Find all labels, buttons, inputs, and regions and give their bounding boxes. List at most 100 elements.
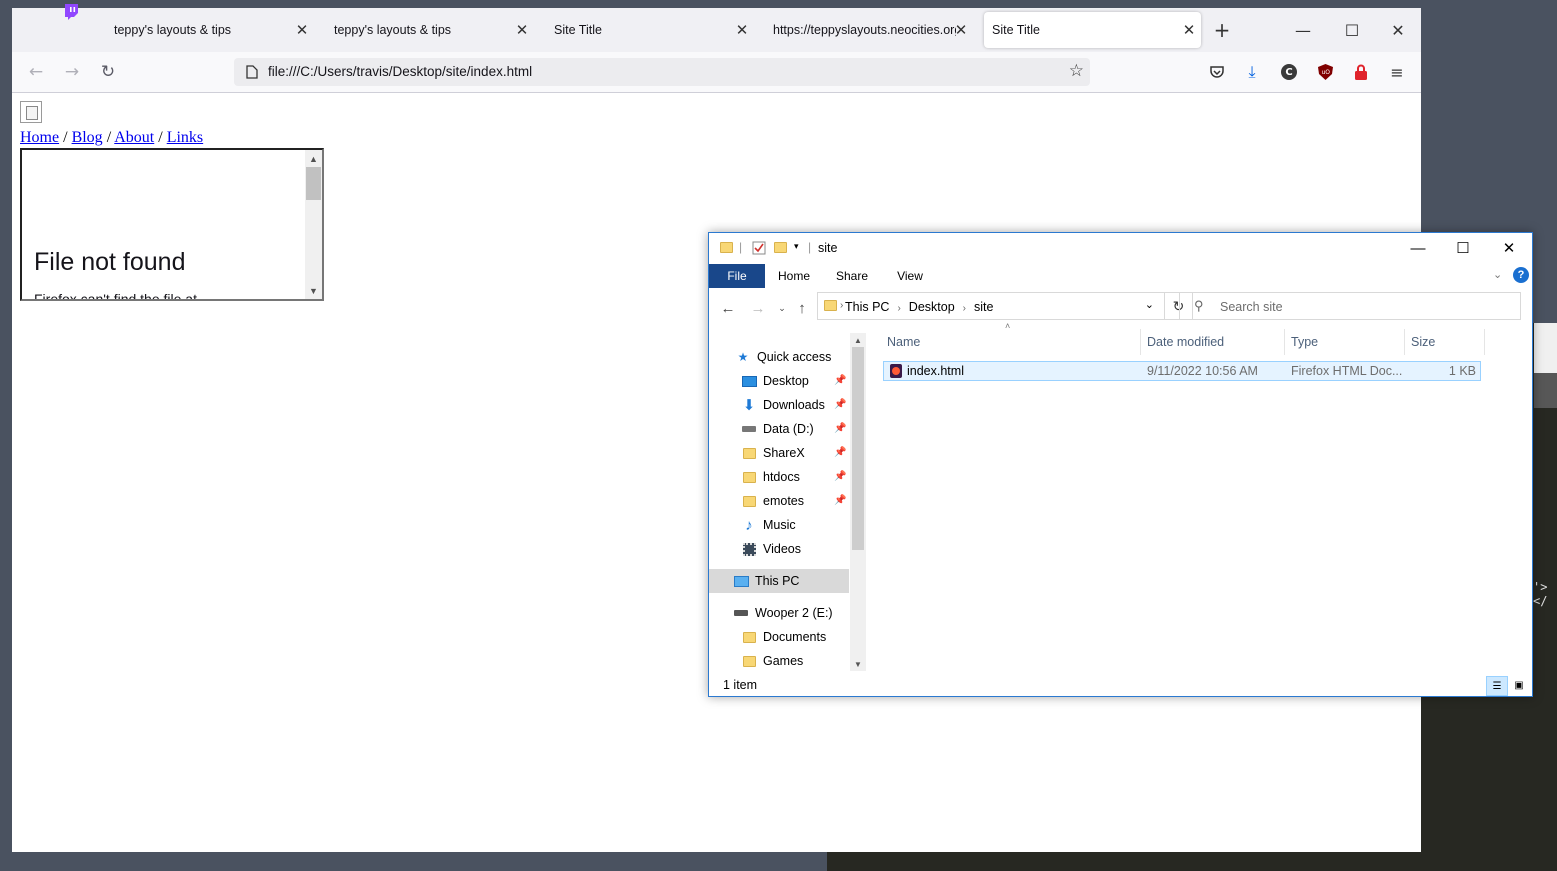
item-count: 1 item (723, 678, 758, 692)
pin-icon[interactable]: 📌 (834, 399, 846, 410)
pocket-icon[interactable] (1207, 62, 1227, 82)
breadcrumb: This PC › Desktop › site (845, 300, 994, 314)
pin-icon[interactable]: 📌 (834, 375, 846, 386)
back-icon[interactable]: ← (717, 297, 739, 319)
new-tab-button[interactable]: + (1207, 18, 1237, 42)
nav-link-links[interactable]: Links (167, 129, 203, 146)
forward-icon[interactable]: → (747, 297, 769, 319)
computer-icon (733, 573, 749, 589)
desktop-icon (741, 373, 757, 389)
nav-item-downloads[interactable]: ⬇ Downloads (741, 393, 825, 417)
close-icon[interactable]: ✕ (949, 18, 973, 42)
scroll-thumb[interactable] (306, 167, 321, 200)
music-note-icon: ♪ (745, 516, 753, 534)
nav-item-data-d[interactable]: Data (D:) (741, 417, 814, 441)
up-icon[interactable]: ↑ (791, 297, 813, 319)
recent-locations-icon[interactable]: ⌄ (771, 297, 793, 319)
tab-1[interactable]: teppy's layouts & tips ✕ (114, 12, 314, 48)
nav-link-blog[interactable]: Blog (72, 129, 103, 146)
close-icon[interactable]: ✕ (290, 18, 314, 42)
tab-3[interactable]: Site Title ✕ (554, 12, 754, 48)
details-view-icon[interactable]: ☰ (1486, 676, 1508, 696)
lock-icon[interactable] (1351, 62, 1371, 82)
scroll-thumb[interactable] (852, 347, 864, 550)
minimize-icon[interactable]: — (1288, 18, 1318, 42)
nav-item-wooper-e[interactable]: Wooper 2 (E:) (733, 601, 833, 625)
close-icon[interactable]: ✕ (730, 18, 754, 42)
ribbon-tab-file[interactable]: File (709, 264, 765, 288)
nav-item-quick-access[interactable]: ★ Quick access (735, 345, 832, 369)
frame-scrollbar[interactable]: ▲ ▼ (305, 150, 322, 299)
menu-icon[interactable]: ≡ (1387, 62, 1407, 82)
nav-item-htdocs[interactable]: htdocs (741, 465, 800, 489)
crumb-desktop[interactable]: Desktop (909, 300, 955, 314)
large-icons-view-icon[interactable]: ▣ (1509, 676, 1529, 694)
nav-link-about[interactable]: About (114, 129, 154, 146)
nav-item-this-pc[interactable]: This PC (709, 569, 849, 593)
back-icon[interactable]: ← (24, 60, 48, 84)
quick-access-dropdown-icon[interactable]: ▾ (794, 241, 799, 252)
help-icon[interactable]: ? (1513, 267, 1529, 283)
new-folder-icon[interactable] (774, 242, 787, 253)
ribbon-tab-share[interactable]: Share (829, 264, 875, 288)
scroll-up-icon[interactable]: ▲ (850, 333, 866, 347)
crumb-this-pc[interactable]: This PC (845, 300, 889, 314)
nav-item-videos[interactable]: Videos (741, 537, 801, 561)
scroll-down-icon[interactable]: ▼ (305, 282, 322, 299)
broken-image-icon (20, 101, 42, 123)
bookmark-star-icon[interactable]: ☆ (1069, 61, 1084, 81)
address-bar[interactable]: › This PC › Desktop › site ⌄ (817, 292, 1165, 320)
ribbon-expand-icon[interactable]: ⌄ (1493, 268, 1502, 281)
minimize-icon[interactable]: — (1395, 233, 1441, 263)
reload-icon[interactable]: ↻ (96, 60, 120, 84)
nav-link-home[interactable]: Home (20, 129, 59, 146)
search-box[interactable]: ⚲ Search site (1179, 292, 1521, 320)
forward-icon[interactable]: → (60, 60, 84, 84)
file-type: Firefox HTML Doc... (1291, 364, 1403, 378)
breadcrumb-chevron-icon[interactable]: › (840, 300, 843, 311)
nav-item-music[interactable]: ♪ Music (741, 513, 795, 537)
pin-icon[interactable]: 📌 (834, 447, 846, 458)
nav-label: Wooper 2 (E:) (755, 606, 833, 620)
tab-active[interactable]: Site Title ✕ (984, 12, 1201, 48)
file-size: 1 KB (1448, 364, 1476, 378)
column-header-date[interactable]: Date modified (1141, 329, 1285, 355)
nav-item-emotes[interactable]: emotes (741, 489, 804, 513)
column-header-size[interactable]: Size (1405, 329, 1485, 355)
nav-pane-scrollbar[interactable]: ▲ ▼ (850, 333, 866, 671)
twitch-icon[interactable] (62, 3, 80, 21)
column-header-type[interactable]: Type (1285, 329, 1405, 355)
tab-4[interactable]: https://teppyslayouts.neocities.org ✕ (773, 12, 973, 48)
scroll-up-icon[interactable]: ▲ (305, 150, 322, 167)
nav-item-games[interactable]: Games (741, 649, 803, 671)
nav-item-desktop[interactable]: Desktop (741, 369, 809, 393)
ublock-icon[interactable]: uO (1315, 62, 1335, 82)
folder-icon (741, 629, 757, 645)
close-icon[interactable]: ✕ (510, 18, 534, 42)
column-header-name[interactable]: Name (881, 329, 1141, 355)
close-icon[interactable]: ✕ (1486, 233, 1532, 263)
scroll-down-icon[interactable]: ▼ (850, 657, 866, 671)
close-icon[interactable]: ✕ (1177, 18, 1201, 42)
maximize-icon[interactable]: ☐ (1440, 233, 1486, 263)
nav-item-sharex[interactable]: ShareX (741, 441, 805, 465)
ribbon-tab-view[interactable]: View (887, 264, 933, 288)
embedded-frame[interactable]: File not found Firefox can't find the fi… (20, 148, 324, 301)
downloads-icon[interactable]: ⤓ (1242, 62, 1262, 82)
tab-2[interactable]: teppy's layouts & tips ✕ (334, 12, 534, 48)
pin-icon[interactable]: 📌 (834, 471, 846, 482)
properties-icon[interactable] (752, 241, 766, 255)
folder-icon (741, 445, 757, 461)
nav-item-documents[interactable]: Documents (741, 625, 826, 649)
address-dropdown-icon[interactable]: ⌄ (1145, 298, 1154, 311)
extension-c-icon[interactable]: C (1279, 62, 1299, 82)
crumb-site[interactable]: site (974, 300, 993, 314)
pin-icon[interactable]: 📌 (834, 423, 846, 434)
url-bar[interactable]: file:///C:/Users/travis/Desktop/site/ind… (234, 58, 1090, 86)
maximize-icon[interactable]: ☐ (1337, 18, 1367, 42)
search-icon: ⚲ (1194, 298, 1204, 313)
pin-icon[interactable]: 📌 (834, 495, 846, 506)
ribbon-tab-home[interactable]: Home (771, 264, 817, 288)
file-row[interactable]: index.html 9/11/2022 10:56 AM Firefox HT… (883, 361, 1481, 381)
close-window-icon[interactable]: ✕ (1383, 18, 1413, 42)
